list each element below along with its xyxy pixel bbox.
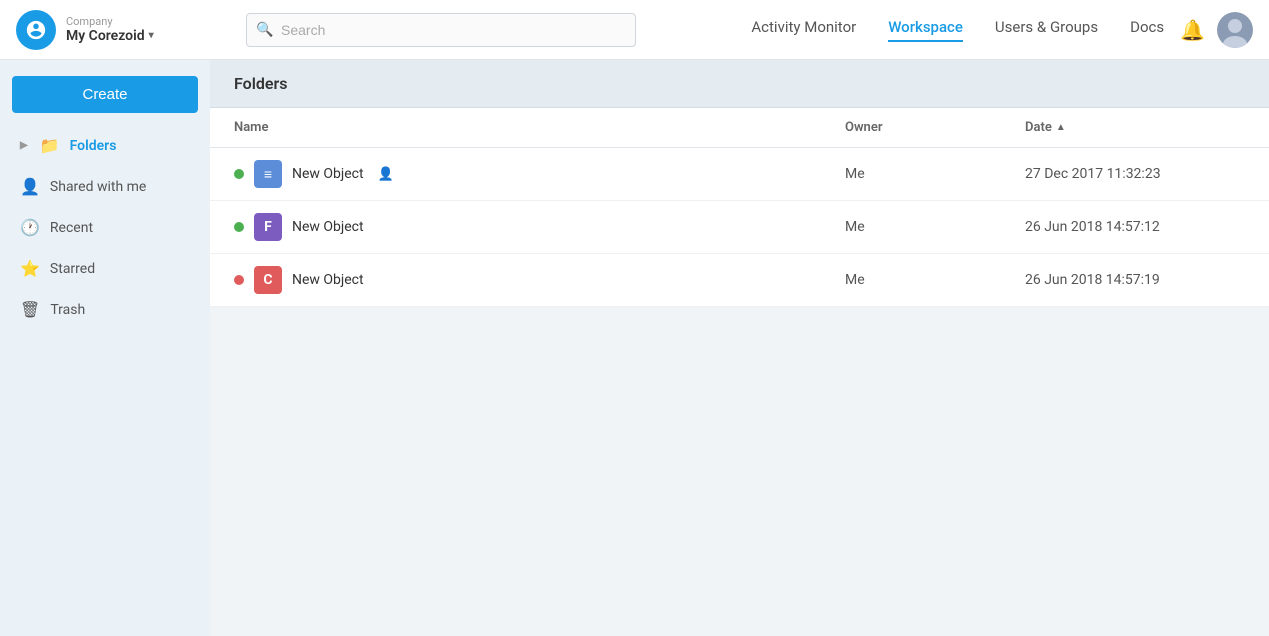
nav-activity-monitor[interactable]: Activity Monitor [751,18,856,42]
object-name-2: New Object [292,219,364,235]
sidebar-item-folders[interactable]: ▶ 📁 Folders [6,126,204,165]
object-icon-1: ≡ [254,160,282,188]
folder-icon: 📁 [40,136,60,155]
sidebar-item-shared-with-me[interactable]: 👤 Shared with me [6,167,204,206]
chevron-down-icon: ▾ [149,30,154,42]
search-bar: 🔍 [246,13,636,47]
row-date-1: 27 Dec 2017 11:32:23 [1025,166,1245,182]
sidebar-item-shared-label: Shared with me [50,179,146,195]
table-header: Name Owner Date ▲ [210,108,1269,148]
nav-workspace[interactable]: Workspace [888,18,963,42]
search-input[interactable] [246,13,636,47]
row-owner-3: Me [845,272,1025,288]
col-owner-header: Owner [845,120,1025,135]
row-date-2: 26 Jun 2018 14:57:12 [1025,219,1245,235]
sidebar-item-recent-label: Recent [50,220,93,236]
folders-title: Folders [234,74,287,93]
create-button[interactable]: Create [12,76,198,113]
sidebar-item-trash-label: Trash [50,302,85,318]
sidebar-item-trash[interactable]: 🗑 Trash [6,290,204,329]
search-icon: 🔍 [256,22,273,38]
table-row[interactable]: F New Object Me 26 Jun 2018 14:57:12 [210,201,1269,254]
star-icon: ⭐ [20,259,40,278]
object-icon-2: F [254,213,282,241]
object-icon-3: C [254,266,282,294]
row-name-2: F New Object [234,213,845,241]
company-info: Company My Corezoid ▾ [66,15,154,45]
status-dot-2 [234,222,244,232]
table-row[interactable]: C New Object Me 26 Jun 2018 14:57:19 [210,254,1269,307]
top-navigation: Company My Corezoid ▾ 🔍 Activity Monitor… [0,0,1269,60]
sidebar-item-folders-label: Folders [70,138,117,154]
nav-links: Activity Monitor Workspace Users & Group… [751,18,1164,42]
status-dot-3 [234,275,244,285]
folder-header: Folders [210,60,1269,108]
object-name-3: New Object [292,272,364,288]
trash-icon: 🗑 [20,300,40,319]
row-owner-2: Me [845,219,1025,235]
nav-icons: 🔔 [1180,12,1253,48]
app-logo[interactable] [16,10,56,50]
notifications-icon[interactable]: 🔔 [1180,18,1205,42]
expand-arrow-icon: ▶ [20,140,28,151]
sidebar-item-starred-label: Starred [50,261,95,277]
folders-table: Name Owner Date ▲ ≡ New Object 👤 Me 27 D… [210,108,1269,307]
status-dot-1 [234,169,244,179]
row-date-3: 26 Jun 2018 14:57:19 [1025,272,1245,288]
row-name-1: ≡ New Object 👤 [234,160,845,188]
main-content: Folders Name Owner Date ▲ ≡ New Object 👤 [210,60,1269,636]
row-name-3: C New Object [234,266,845,294]
share-icon-1: 👤 [378,167,394,182]
sort-asc-icon: ▲ [1056,122,1066,133]
col-date-header[interactable]: Date ▲ [1025,120,1245,135]
main-layout: Create ▶ 📁 Folders 👤 Shared with me 🕐 Re… [0,60,1269,636]
nav-users-groups[interactable]: Users & Groups [995,18,1098,42]
sidebar-item-recent[interactable]: 🕐 Recent [6,208,204,247]
sidebar-item-starred[interactable]: ⭐ Starred [6,249,204,288]
logo-area: Company My Corezoid ▾ [16,10,226,50]
nav-docs[interactable]: Docs [1130,18,1164,42]
company-name[interactable]: My Corezoid ▾ [66,28,154,45]
sidebar: Create ▶ 📁 Folders 👤 Shared with me 🕐 Re… [0,60,210,636]
company-label: Company [66,15,154,28]
avatar[interactable] [1217,12,1253,48]
col-name-header: Name [234,120,845,135]
object-name-1: New Object [292,166,364,182]
shared-icon: 👤 [20,177,40,196]
table-row[interactable]: ≡ New Object 👤 Me 27 Dec 2017 11:32:23 [210,148,1269,201]
row-owner-1: Me [845,166,1025,182]
recent-icon: 🕐 [20,218,40,237]
